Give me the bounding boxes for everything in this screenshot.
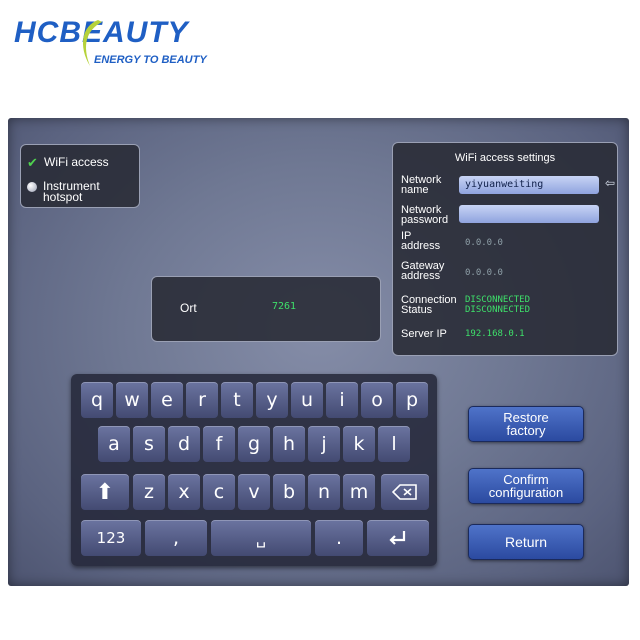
restore-line2: factory bbox=[506, 423, 546, 438]
return-button[interactable]: Return bbox=[468, 524, 584, 560]
instrument-hotspot-option[interactable]: Instrument hotspot bbox=[27, 180, 100, 204]
brand-logo: HCBEAUTY ENERGY TO BEAUTY bbox=[14, 16, 214, 72]
key-f[interactable]: f bbox=[203, 426, 235, 462]
ip-address-value: 0.0.0.0 bbox=[465, 238, 503, 248]
key-l[interactable]: l bbox=[378, 426, 410, 462]
key-i[interactable]: i bbox=[326, 382, 358, 418]
network-password-label-line2: password bbox=[401, 214, 449, 226]
key-j[interactable]: j bbox=[308, 426, 340, 462]
connection-status-label: Connection Status bbox=[401, 295, 457, 316]
wifi-settings-title: WiFi access settings bbox=[454, 152, 556, 164]
key-period[interactable]: . bbox=[315, 520, 363, 556]
backspace-key[interactable] bbox=[381, 474, 429, 510]
key-w[interactable]: w bbox=[116, 382, 148, 418]
gateway-address-value: 0.0.0.0 bbox=[465, 268, 503, 278]
key-comma[interactable]: , bbox=[145, 520, 207, 556]
network-name-input[interactable]: yiyuanweiting bbox=[459, 176, 599, 194]
wifi-access-label: WiFi access bbox=[44, 155, 109, 169]
key-m[interactable]: m bbox=[343, 474, 375, 510]
space-key[interactable]: ␣ bbox=[211, 520, 311, 556]
wifi-access-option[interactable]: ✔ WiFi access bbox=[27, 155, 109, 170]
key-d[interactable]: d bbox=[168, 426, 200, 462]
ip-address-label-line2: address bbox=[401, 240, 441, 252]
key-o[interactable]: o bbox=[361, 382, 393, 418]
instrument-hotspot-label: Instrument hotspot bbox=[43, 180, 100, 204]
key-b[interactable]: b bbox=[273, 474, 305, 510]
gateway-address-label-line2: address bbox=[401, 270, 441, 282]
port-panel: Ort 7261 bbox=[151, 276, 381, 342]
key-g[interactable]: g bbox=[238, 426, 270, 462]
key-y[interactable]: y bbox=[256, 382, 288, 418]
network-password-input[interactable] bbox=[459, 205, 599, 223]
numbers-key[interactable]: 123 bbox=[81, 520, 141, 556]
on-screen-keyboard: q w e r t y u i o p a s d f g h j k l ⬆ … bbox=[71, 374, 437, 566]
key-c[interactable]: c bbox=[203, 474, 235, 510]
key-z[interactable]: z bbox=[133, 474, 165, 510]
connection-status-value-line2: DISCONNECTED bbox=[465, 305, 531, 315]
ip-address-label: IP address bbox=[401, 231, 441, 252]
key-p[interactable]: p bbox=[396, 382, 428, 418]
enter-key[interactable] bbox=[367, 520, 429, 556]
backspace-icon bbox=[392, 484, 417, 500]
key-s[interactable]: s bbox=[133, 426, 165, 462]
checkmark-icon: ✔ bbox=[27, 155, 38, 170]
key-h[interactable]: h bbox=[273, 426, 305, 462]
device-screen: ✔ WiFi access Instrument hotspot Ort 726… bbox=[8, 118, 629, 586]
arrow-left-icon[interactable]: ⇦ bbox=[605, 176, 615, 190]
key-e[interactable]: e bbox=[151, 382, 183, 418]
confirm-line2: configuration bbox=[488, 485, 564, 500]
key-v[interactable]: v bbox=[238, 474, 270, 510]
restore-factory-button[interactable]: Restore factory bbox=[468, 406, 584, 442]
network-password-label: Network password bbox=[401, 205, 449, 226]
key-x[interactable]: x bbox=[168, 474, 200, 510]
key-r[interactable]: r bbox=[186, 382, 218, 418]
server-ip-value: 192.168.0.1 bbox=[465, 329, 525, 339]
port-value[interactable]: 7261 bbox=[272, 301, 296, 312]
key-q[interactable]: q bbox=[81, 382, 113, 418]
confirm-configuration-button[interactable]: Confirm configuration bbox=[468, 468, 584, 504]
key-n[interactable]: n bbox=[308, 474, 340, 510]
connection-status-label-line2: Status bbox=[401, 304, 433, 316]
network-name-label: Network name bbox=[401, 175, 441, 196]
key-u[interactable]: u bbox=[291, 382, 323, 418]
server-ip-label: Server IP bbox=[401, 328, 447, 340]
connection-status-value: DISCONNECTED DISCONNECTED bbox=[465, 295, 530, 315]
brand-tagline: ENERGY TO BEAUTY bbox=[94, 54, 207, 66]
port-label: Ort bbox=[180, 301, 197, 315]
enter-return-icon bbox=[389, 531, 406, 545]
hotspot-label-line2: hotspot bbox=[43, 190, 83, 204]
gateway-address-label: Gateway address bbox=[401, 261, 444, 282]
connection-status-value-line1: DISCONNECTED bbox=[465, 295, 531, 305]
radio-button-icon bbox=[27, 182, 37, 192]
shift-key[interactable]: ⬆ bbox=[81, 474, 129, 510]
key-a[interactable]: a bbox=[98, 426, 130, 462]
key-k[interactable]: k bbox=[343, 426, 375, 462]
wifi-settings-panel: WiFi access settings Network name yiyuan… bbox=[392, 142, 618, 356]
key-t[interactable]: t bbox=[221, 382, 253, 418]
network-name-label-line2: name bbox=[401, 184, 429, 196]
shift-arrow-icon: ⬆ bbox=[95, 479, 115, 505]
connection-mode-panel: ✔ WiFi access Instrument hotspot bbox=[20, 144, 140, 208]
space-bar-icon: ␣ bbox=[255, 528, 267, 548]
